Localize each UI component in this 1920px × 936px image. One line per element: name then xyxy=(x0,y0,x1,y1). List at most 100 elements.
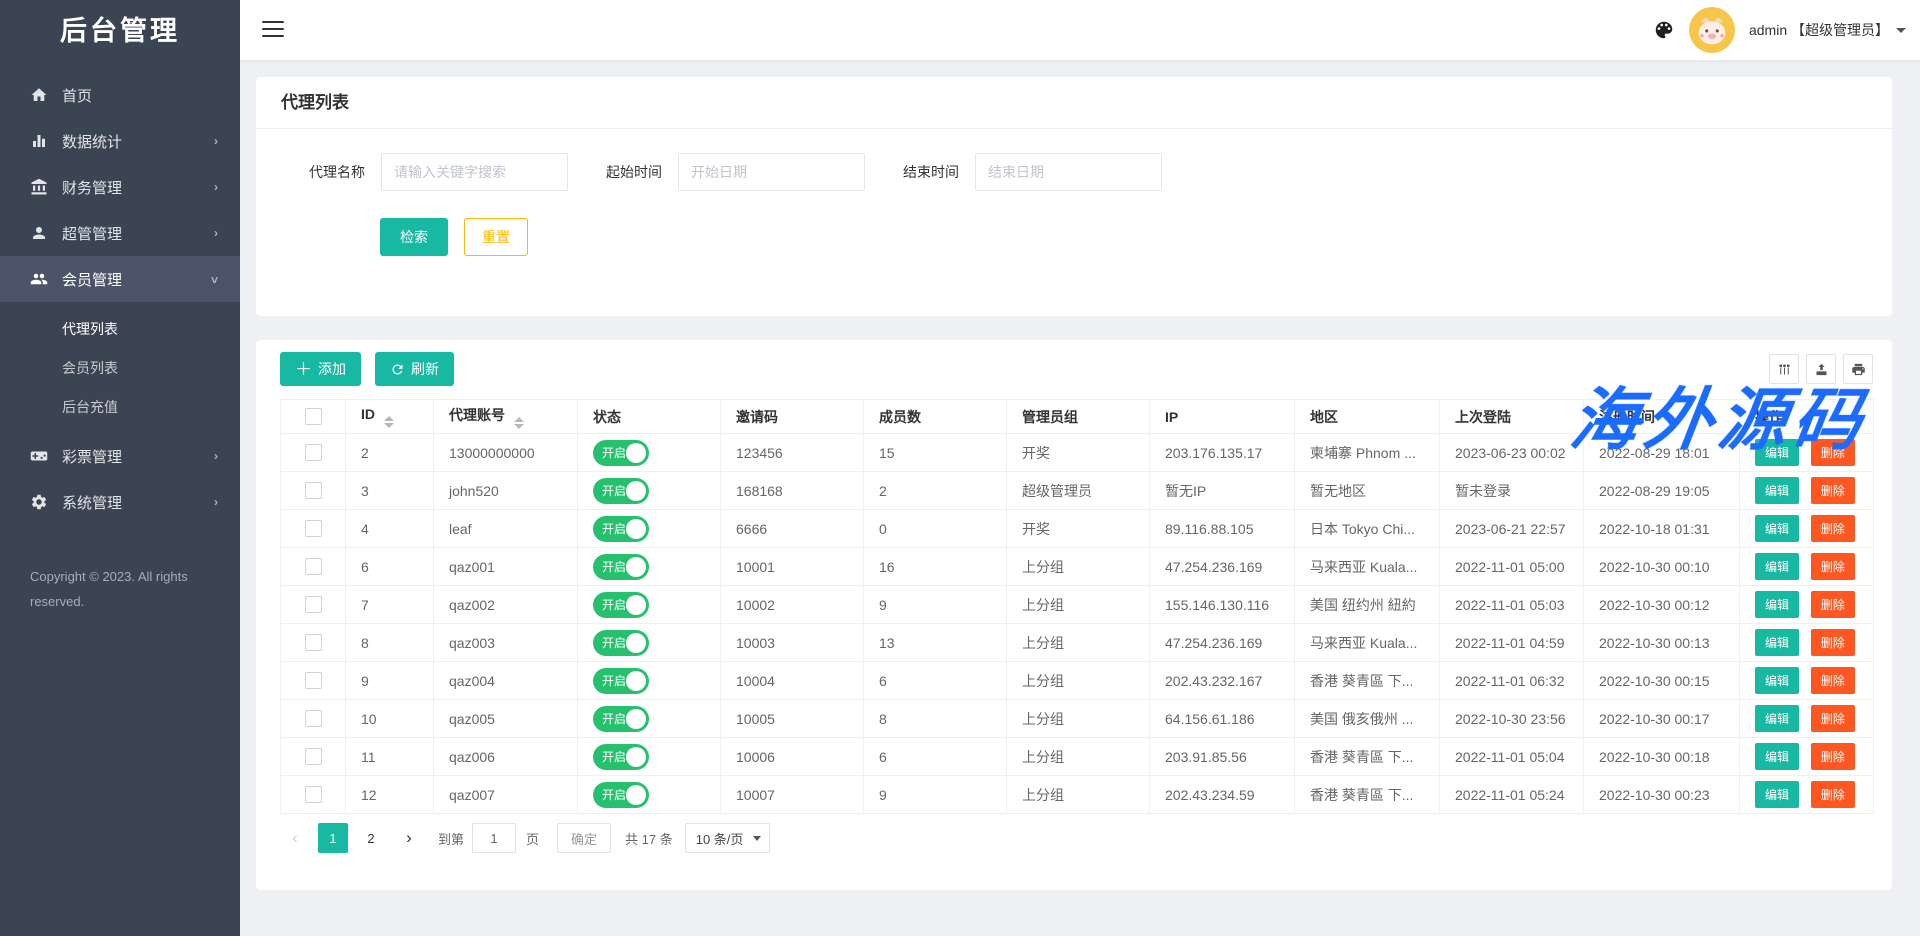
add-button[interactable]: ＋ 添加 xyxy=(280,352,361,386)
edit-button[interactable]: 编辑 xyxy=(1755,667,1799,694)
user-menu[interactable]: admin 【超级管理员】 xyxy=(1749,20,1906,40)
edit-button[interactable]: 编辑 xyxy=(1755,743,1799,770)
cell-reg-time: 2022-10-30 00:18 xyxy=(1584,738,1740,776)
sidebar-item-lottery[interactable]: 彩票管理 › xyxy=(0,433,240,479)
delete-button[interactable]: 删除 xyxy=(1811,781,1855,808)
delete-button[interactable]: 删除 xyxy=(1811,553,1855,580)
print-button[interactable] xyxy=(1843,354,1873,384)
submenu-item-agent-list[interactable]: 代理列表 xyxy=(0,310,240,349)
sidebar-item-members[interactable]: 会员管理 ˅ xyxy=(0,256,240,302)
row-checkbox[interactable] xyxy=(305,634,322,651)
sidebar-item-label: 彩票管理 xyxy=(62,446,122,467)
edit-button[interactable]: 编辑 xyxy=(1755,439,1799,466)
status-toggle[interactable]: 开启 xyxy=(593,592,649,618)
refresh-icon xyxy=(390,362,405,377)
status-toggle[interactable]: 开启 xyxy=(593,668,649,694)
avatar[interactable] xyxy=(1689,7,1735,53)
delete-button[interactable]: 删除 xyxy=(1811,629,1855,656)
row-checkbox[interactable] xyxy=(305,596,322,613)
end-date-input[interactable] xyxy=(975,153,1162,191)
col-header-id[interactable]: ID xyxy=(346,400,434,434)
filter-actions: 检索 重置 xyxy=(256,191,1892,256)
status-toggle[interactable]: 开启 xyxy=(593,744,649,770)
select-all-checkbox[interactable] xyxy=(305,408,322,425)
edit-button[interactable]: 编辑 xyxy=(1755,591,1799,618)
user-label: admin 【超级管理员】 xyxy=(1749,20,1889,40)
status-toggle[interactable]: 开启 xyxy=(593,440,649,466)
theme-palette-icon[interactable] xyxy=(1653,19,1675,41)
sort-icon[interactable] xyxy=(514,417,524,429)
col-header-account[interactable]: 代理账号 xyxy=(434,400,578,434)
cell-last-login: 2022-11-01 04:59 xyxy=(1440,624,1584,662)
delete-button[interactable]: 删除 xyxy=(1811,743,1855,770)
sort-icon[interactable] xyxy=(384,416,394,428)
row-checkbox[interactable] xyxy=(305,520,322,537)
cell-member-count: 9 xyxy=(864,586,1007,624)
delete-button[interactable]: 删除 xyxy=(1811,515,1855,542)
sidebar-item-system[interactable]: 系统管理 › xyxy=(0,479,240,525)
cell-account: qaz006 xyxy=(434,738,578,776)
edit-button[interactable]: 编辑 xyxy=(1755,553,1799,580)
status-toggle[interactable]: 开启 xyxy=(593,478,649,504)
delete-button[interactable]: 删除 xyxy=(1811,591,1855,618)
cell-admin-group: 上分组 xyxy=(1007,776,1150,814)
cell-last-login: 2023-06-21 22:57 xyxy=(1440,510,1584,548)
delete-button[interactable]: 删除 xyxy=(1811,705,1855,732)
goto-confirm-button[interactable]: 确定 xyxy=(557,823,611,853)
agent-name-input[interactable] xyxy=(381,153,568,191)
goto-page-input[interactable] xyxy=(472,823,516,853)
cell-account: qaz007 xyxy=(434,776,578,814)
submenu-item-member-list[interactable]: 会员列表 xyxy=(0,349,240,388)
columns-filter-button[interactable] xyxy=(1769,354,1799,384)
status-toggle[interactable]: 开启 xyxy=(593,516,649,542)
edit-button[interactable]: 编辑 xyxy=(1755,629,1799,656)
page-button-2[interactable]: 2 xyxy=(356,823,386,853)
status-toggle-label: 开启 xyxy=(602,786,626,803)
members-submenu: 代理列表 会员列表 后台充值 xyxy=(0,302,240,433)
row-checkbox[interactable] xyxy=(305,672,322,689)
status-toggle[interactable]: 开启 xyxy=(593,554,649,580)
search-button[interactable]: 检索 xyxy=(380,218,448,256)
edit-button[interactable]: 编辑 xyxy=(1755,781,1799,808)
row-checkbox[interactable] xyxy=(305,710,322,727)
sidebar-toggle-button[interactable] xyxy=(262,21,284,39)
chevron-right-icon: › xyxy=(214,180,218,194)
prev-page-button[interactable]: ‹ xyxy=(280,823,310,853)
cell-last-login: 2022-11-01 05:03 xyxy=(1440,586,1584,624)
submenu-item-backend-recharge[interactable]: 后台充值 xyxy=(0,388,240,427)
refresh-button[interactable]: 刷新 xyxy=(375,352,454,386)
sidebar-item-home[interactable]: 首页 xyxy=(0,72,240,118)
table-row: 7 qaz002 开启 10002 9 上分组 155.146.130.116 … xyxy=(281,586,1874,624)
sidebar-item-stats[interactable]: 数据统计 › xyxy=(0,118,240,164)
row-checkbox[interactable] xyxy=(305,748,322,765)
next-page-button[interactable]: › xyxy=(394,823,424,853)
status-toggle[interactable]: 开启 xyxy=(593,630,649,656)
row-checkbox[interactable] xyxy=(305,444,322,461)
cell-region: 美国 俄亥俄州 ... xyxy=(1295,700,1440,738)
delete-button[interactable]: 删除 xyxy=(1811,477,1855,504)
cell-last-login: 2022-11-01 05:04 xyxy=(1440,738,1584,776)
status-toggle[interactable]: 开启 xyxy=(593,706,649,732)
row-checkbox[interactable] xyxy=(305,558,322,575)
edit-button[interactable]: 编辑 xyxy=(1755,705,1799,732)
avatar-pig-image xyxy=(1689,7,1735,53)
cell-account: leaf xyxy=(434,510,578,548)
per-page-select[interactable]: 10 条/页 xyxy=(685,823,771,853)
cell-member-count: 13 xyxy=(864,624,1007,662)
row-checkbox[interactable] xyxy=(305,786,322,803)
edit-button[interactable]: 编辑 xyxy=(1755,477,1799,504)
sidebar-item-finance[interactable]: 财务管理 › xyxy=(0,164,240,210)
table-row: 12 qaz007 开启 10007 9 上分组 202.43.234.59 香… xyxy=(281,776,1874,814)
start-date-input[interactable] xyxy=(678,153,865,191)
reset-button[interactable]: 重置 xyxy=(464,218,528,256)
status-toggle[interactable]: 开启 xyxy=(593,782,649,808)
row-checkbox[interactable] xyxy=(305,482,322,499)
page-button-1[interactable]: 1 xyxy=(318,823,348,853)
export-button[interactable] xyxy=(1806,354,1836,384)
cell-account: qaz003 xyxy=(434,624,578,662)
sidebar-item-superadmin[interactable]: 超管管理 › xyxy=(0,210,240,256)
delete-button[interactable]: 删除 xyxy=(1811,439,1855,466)
cell-last-login: 2022-11-01 05:24 xyxy=(1440,776,1584,814)
edit-button[interactable]: 编辑 xyxy=(1755,515,1799,542)
delete-button[interactable]: 删除 xyxy=(1811,667,1855,694)
